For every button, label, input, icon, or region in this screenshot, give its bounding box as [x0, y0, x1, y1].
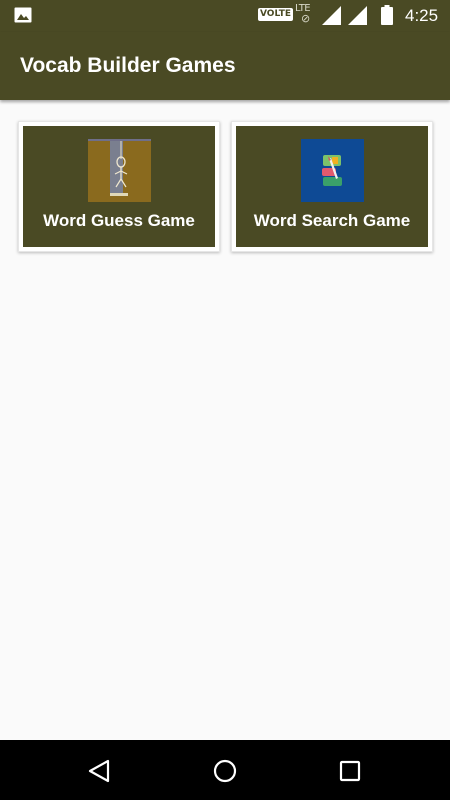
- card-label: Word Guess Game: [43, 211, 195, 230]
- hangman-icon: [88, 139, 151, 202]
- no-data-icon: ⊘: [301, 12, 311, 25]
- back-icon[interactable]: [86, 758, 112, 784]
- status-bar: VOLTE LTE ⊘ 4:25: [0, 0, 450, 32]
- clock: 4:25: [405, 6, 439, 25]
- signal-icon: [322, 6, 341, 25]
- recents-icon[interactable]: [337, 758, 363, 784]
- signal-icon: [348, 6, 367, 25]
- home-icon[interactable]: [212, 758, 238, 784]
- word-search-icon: [301, 139, 364, 202]
- card-label: Word Search Game: [253, 211, 411, 230]
- battery-icon: [381, 5, 393, 25]
- card-body: Word Search Game: [236, 126, 428, 247]
- word-guess-game-card[interactable]: Word Guess Game: [18, 121, 220, 252]
- card-body: Word Guess Game: [23, 126, 215, 247]
- gallery-icon: [14, 7, 32, 23]
- word-search-game-card[interactable]: Word Search Game: [231, 121, 433, 252]
- volte-badge: VOLTE: [258, 8, 293, 21]
- navigation-bar: [0, 740, 450, 800]
- page-title: Vocab Builder Games: [20, 54, 236, 77]
- app-bar: Vocab Builder Games: [0, 32, 450, 100]
- lte-indicator: LTE ⊘: [295, 3, 319, 29]
